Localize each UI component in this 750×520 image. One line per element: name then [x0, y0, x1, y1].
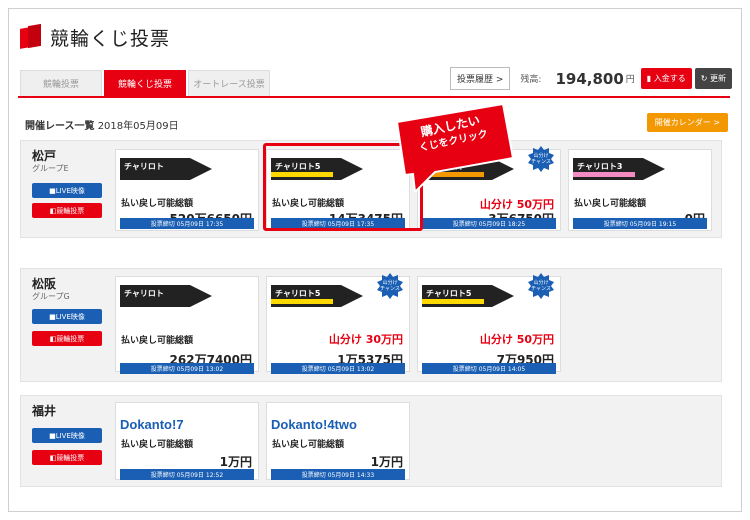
tab-keirin[interactable]: 競輪投票 [20, 70, 102, 96]
video-icon: ■ [49, 186, 56, 195]
lottery-logo-icon: チャリロト5 [271, 285, 363, 307]
deadline-bar: 投票締切 05月09日 13:02 [271, 363, 405, 374]
bet-icon: ◧ [49, 334, 57, 343]
race-list-label: 開催レース一覧 [25, 121, 95, 132]
keirin-bet-button[interactable]: ◧ 競輪投票 [32, 331, 102, 346]
video-icon: ■ [49, 431, 56, 440]
bet-label: 競輪投票 [56, 334, 85, 343]
bet-label: 競輪投票 [56, 206, 85, 215]
app-header: 競輪くじ投票 [20, 22, 170, 52]
bet-icon: ◧ [49, 206, 57, 215]
deposit-label: 入金する [653, 74, 686, 83]
live-label: LIVE映像 [55, 312, 85, 321]
balance-unit: 円 [625, 75, 635, 85]
tab-keirin-kuji[interactable]: 競輪くじ投票 [104, 70, 186, 96]
logo-text: チャリロト5 [275, 289, 321, 298]
deadline-bar: 投票締切 05月09日 14:05 [422, 363, 556, 374]
balance-label: 残高: [520, 75, 542, 85]
deadline-bar: 投票締切 05月09日 17:35 [120, 218, 254, 229]
logo-text: チャリロト5 [426, 289, 472, 298]
chance-badge: 山分け チャンス [528, 273, 554, 299]
deadline-bar: 投票締切 05月09日 14:33 [271, 469, 405, 480]
lottery-logo-icon: チャリロト5 [422, 285, 514, 307]
live-label: LIVE映像 [55, 186, 85, 195]
lottery-card[interactable]: Dokanto!4two 払い戻し可能総額 1万円 投票締切 05月09日 14:33 [266, 402, 410, 480]
lottery-logo-icon: Dokanto!4two [271, 417, 357, 432]
payout-amount: 1万円 [370, 455, 403, 469]
page-title: 競輪くじ投票 [50, 27, 171, 50]
payout-label: 払い戻し可能総額 [121, 336, 194, 346]
lottery-logo-icon: チャリロト3 [573, 158, 665, 180]
yamawake-amount: 山分け 30万円 [328, 333, 403, 346]
refresh-icon: ↻ [700, 74, 710, 83]
keirin-bet-button[interactable]: ◧ 競輪投票 [32, 450, 102, 465]
race-list-date: 2018年05月09日 [97, 121, 179, 132]
lottery-card[interactable]: Dokanto!7 払い戻し可能総額 1万円 投票締切 05月09日 12:52 [115, 402, 259, 480]
payout-amount: 1万円 [219, 455, 252, 469]
deadline-bar: 投票締切 05月09日 12:52 [120, 469, 254, 480]
balance-value: 194,800 [555, 69, 624, 88]
venue-name: 松阪 [32, 277, 57, 291]
chance-text: 山分け チャンス [380, 280, 400, 292]
lottery-logo-icon: チャリロト [120, 158, 212, 180]
venue-group: グループE [32, 164, 69, 173]
venue-group: グループG [32, 292, 70, 301]
payout-label: 払い戻し可能総額 [121, 199, 194, 209]
logo-text: チャリロト [124, 289, 164, 298]
payout-label: 払い戻し可能総額 [574, 199, 647, 209]
chance-text: 山分け チャンス [531, 153, 551, 165]
tab-bar: 競輪投票 競輪くじ投票 オートレース投票 [20, 70, 272, 96]
tab-autorace[interactable]: オートレース投票 [188, 70, 270, 96]
live-video-button[interactable]: ■ LIVE映像 [32, 183, 102, 198]
race-list-title: 開催レース一覧 2018年05月09日 [25, 117, 179, 132]
tab-underline [18, 96, 730, 98]
deadline-bar: 投票締切 05月09日 18:25 [422, 218, 556, 229]
bet-label: 競輪投票 [56, 453, 85, 462]
deadline-bar: 投票締切 05月09日 13:02 [120, 363, 254, 374]
live-video-button[interactable]: ■ LIVE映像 [32, 309, 102, 324]
history-button[interactable]: 投票履歴 > [450, 67, 511, 90]
live-video-button[interactable]: ■ LIVE映像 [32, 428, 102, 443]
refresh-button[interactable]: ↻ 更新 [694, 68, 732, 89]
lottery-card[interactable]: チャリロト払い戻し可能総額520万6650円投票締切 05月09日 17:35 [115, 149, 259, 231]
venue-name: 松戸 [32, 149, 57, 163]
deadline-bar: 投票締切 05月09日 19:15 [573, 218, 707, 229]
wallet-icon: ▮ [646, 74, 654, 83]
lottery-card[interactable]: チャリロト5 山分け チャンス 山分け 50万円 7万950円 投票締切 05月09日 1… [417, 273, 561, 374]
lottery-card[interactable]: チャリロト 払い戻し可能総額 262万7400円 投票締切 05月09日 13:02 [115, 276, 259, 374]
logo-text: チャリロト3 [577, 162, 623, 171]
logo-text: チャリロト [124, 162, 164, 171]
lottery-card[interactable]: チャリロト5 山分け チャンス 山分け 30万円 1万5375円 投票締切 05月09日 … [266, 273, 410, 374]
ticket-logo-icon [20, 23, 42, 49]
live-label: LIVE映像 [55, 431, 85, 440]
yamawake-amount: 山分け 50万円 [479, 333, 554, 346]
logo-text: Dokanto!4two [271, 417, 357, 432]
payout-label: 払い戻し可能総額 [272, 440, 345, 450]
calendar-button[interactable]: 開催カレンダー > [646, 113, 728, 132]
keirin-bet-button[interactable]: ◧ 競輪投票 [32, 203, 102, 218]
lottery-card[interactable]: チャリロト3払い戻し可能総額0円投票締切 05月09日 19:15 [568, 149, 712, 231]
venue-name: 福井 [32, 404, 57, 418]
refresh-label: 更新 [710, 74, 726, 83]
logo-text: Dokanto!7 [120, 417, 184, 432]
bet-icon: ◧ [49, 453, 57, 462]
video-icon: ■ [49, 312, 56, 321]
account-bar: 投票履歴 > 残高: 194,800 円 ▮ 入金する ↻ 更新 [450, 67, 732, 90]
lottery-logo-icon: Dokanto!7 [120, 417, 184, 432]
payout-label: 払い戻し可能総額 [121, 440, 194, 450]
lottery-logo-icon: チャリロト [120, 285, 212, 307]
chance-badge: 山分け チャンス [528, 146, 554, 172]
chance-badge: 山分け チャンス [377, 273, 403, 299]
chance-text: 山分け チャンス [531, 280, 551, 292]
deposit-button[interactable]: ▮ 入金する [640, 68, 692, 89]
